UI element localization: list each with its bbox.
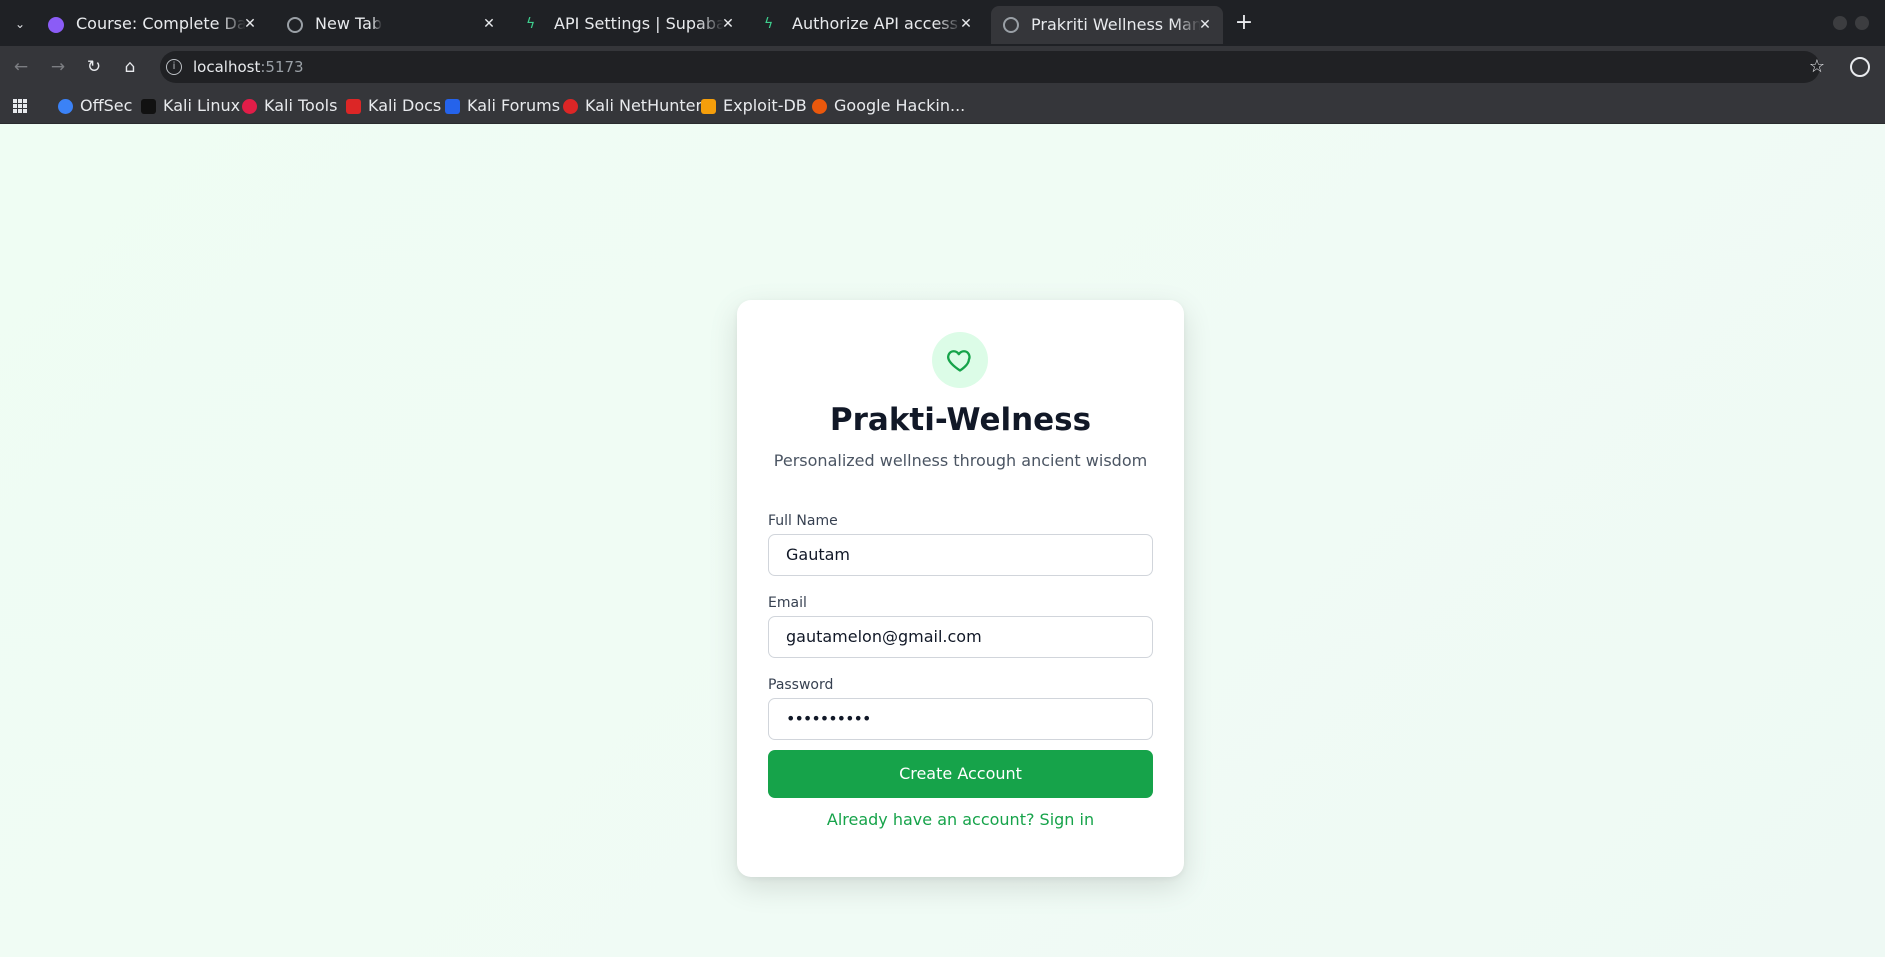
close-window-button[interactable] [1855,16,1869,30]
tab-bar: ⌄ Course: Complete Data S ✕ New Tab ✕ ϟ … [0,0,1885,46]
heart-icon [947,350,971,372]
globe-favicon-icon [1003,17,1019,33]
bookmarks-bar: OffSec Kali Linux Kali Tools Kali Docs K… [0,88,1885,124]
address-url[interactable]: localhost:5173 [193,58,304,76]
bookmark-label: OffSec [80,96,133,115]
bookmark-star-icon[interactable]: ☆ [1809,56,1825,77]
create-account-button[interactable]: Create Account [768,750,1153,798]
kali-dragon-icon [141,99,156,114]
close-tab-icon[interactable]: ✕ [479,8,499,40]
kali-tools-icon [242,99,257,114]
tab-title: Course: Complete Data S [76,14,246,33]
full-name-label: Full Name [768,513,838,529]
exploit-db-icon [701,99,716,114]
logo-badge [932,332,988,388]
bookmark-label: Google Hackin... [834,96,966,115]
ghdb-icon [812,99,827,114]
full-name-input[interactable]: Gautam [768,534,1153,576]
close-tab-icon[interactable]: ✕ [956,8,976,40]
bookmark-label: Kali Docs [368,96,442,115]
password-label: Password [768,677,834,693]
reload-icon[interactable]: ↻ [83,56,105,78]
tab-api-settings[interactable]: ϟ API Settings | Supabase ✕ [514,8,746,40]
sign-in-link[interactable]: Already have an account? Sign in [737,810,1184,829]
bookmark-offsec[interactable]: OffSec [58,94,132,118]
kali-forums-icon [445,99,460,114]
home-icon[interactable]: ⌂ [119,56,141,78]
bookmark-label: Exploit-DB [723,96,807,115]
bookmark-google-hacking[interactable]: Google Hackin... [812,94,965,118]
bookmark-label: Kali Tools [264,96,338,115]
tab-new-tab[interactable]: New Tab ✕ [275,8,507,40]
bookmark-label: Kali Forums [467,96,561,115]
browser-toolbar: ← → ↻ ⌂ i localhost:5173 ☆ [0,46,1885,88]
url-port: :5173 [260,58,304,76]
close-tab-icon[interactable]: ✕ [1195,6,1215,44]
bookmark-exploit-db[interactable]: Exploit-DB [701,94,807,118]
bookmark-label: Kali NetHunter [585,96,703,115]
tab-prakriti-wellness[interactable]: Prakriti Wellness Manage ✕ [991,6,1223,44]
tab-title: Prakriti Wellness Manage [1031,15,1201,34]
forward-arrow-icon[interactable]: → [47,56,69,78]
bookmark-kali-tools[interactable]: Kali Tools [242,94,337,118]
kali-docs-icon [346,99,361,114]
email-input[interactable]: gautamelon@gmail.com [768,616,1153,658]
supabase-favicon-icon: ϟ [526,16,536,32]
tab-course[interactable]: Course: Complete Data S ✕ [36,8,268,40]
udemy-favicon-icon [48,17,64,33]
close-tab-icon[interactable]: ✕ [718,8,738,40]
site-info-icon[interactable]: i [166,59,182,75]
bookmark-kali-nethunter[interactable]: Kali NetHunter [563,94,702,118]
app-tagline: Personalized wellness through ancient wi… [773,451,1148,470]
nethunter-icon [563,99,578,114]
app-title: Prakti-Welness [829,402,1092,438]
minimize-button[interactable] [1833,16,1847,30]
page-background: Prakti-Welness Personalized wellness thr… [0,125,1885,957]
email-label: Email [768,595,807,611]
signup-card: Prakti-Welness Personalized wellness thr… [737,300,1184,877]
tab-title: API Settings | Supabase [554,14,724,33]
chrome-favicon-icon [287,17,303,33]
new-tab-button[interactable]: + [1233,10,1255,36]
url-host: localhost [193,58,261,76]
tab-title: New Tab [315,14,383,33]
password-input[interactable]: •••••••••• [768,698,1153,740]
profile-icon[interactable] [1850,57,1870,77]
offsec-icon [58,99,73,114]
bookmark-label: Kali Linux [163,96,241,115]
tab-title: Authorize API access | Su [792,14,962,33]
bookmark-kali-linux[interactable]: Kali Linux [141,94,240,118]
close-tab-icon[interactable]: ✕ [240,8,260,40]
supabase-favicon-icon: ϟ [764,16,774,32]
tab-search-button[interactable]: ⌄ [6,13,34,35]
back-arrow-icon[interactable]: ← [10,56,32,78]
address-bar[interactable] [160,51,1820,83]
bookmark-kali-forums[interactable]: Kali Forums [445,94,560,118]
bookmark-kali-docs[interactable]: Kali Docs [346,94,441,118]
tab-authorize-api[interactable]: ϟ Authorize API access | Su ✕ [752,8,984,40]
apps-grid-icon[interactable] [13,99,27,113]
